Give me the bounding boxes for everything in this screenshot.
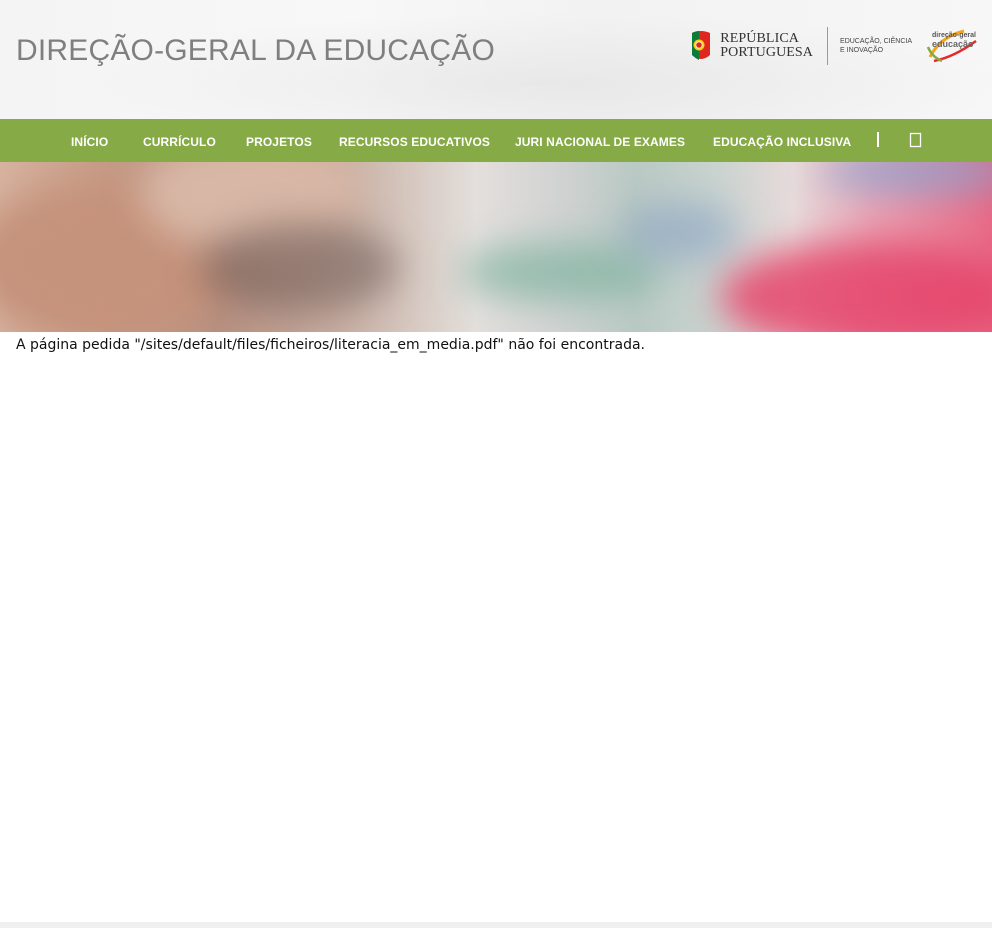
banner-blob: [820, 162, 992, 192]
nav-link-juri-nacional-exames[interactable]: JURI NACIONAL DE EXAMES: [515, 135, 685, 149]
nav-separator: [877, 132, 879, 147]
site-header: DIREÇÃO-GERAL DA EDUCAÇÃO REPÚBLICA PORT…: [0, 0, 992, 119]
search-icon[interactable]: [909, 132, 923, 148]
republica-line1: REPÚBLICA: [720, 31, 799, 46]
header-logos: REPÚBLICA PORTUGUESA EDUCAÇÃO, CIÊNCIA E…: [688, 26, 978, 66]
republica-line2: PORTUGUESA: [720, 45, 814, 60]
ministry-line1: EDUCAÇÃO, CIÊNCIA: [840, 38, 912, 45]
nav-link-curriculo[interactable]: CURRÍCULO: [143, 135, 216, 149]
nav-link-inicio[interactable]: INÍCIO: [71, 135, 108, 149]
logo-divider: [827, 27, 829, 65]
banner-blob: [620, 202, 740, 262]
banner-blob: [200, 222, 400, 312]
portugal-flag-icon: [692, 31, 711, 60]
nav-item-educacao-inclusiva: EDUCAÇÃO INCLUSIVA: [713, 119, 851, 162]
nav-item-recursos-educativos: RECURSOS EDUCATIVOS: [339, 119, 490, 162]
ministry-label: EDUCAÇÃO, CIÊNCIA E INOVAÇÃO: [840, 37, 912, 55]
banner-blob: [460, 242, 660, 302]
page-bottom-edge: [0, 922, 992, 928]
nav-link-educacao-inclusiva[interactable]: EDUCAÇÃO INCLUSIVA: [713, 135, 851, 149]
dge-line2: educação: [932, 39, 974, 49]
not-found-message: A página pedida "/sites/default/files/fi…: [16, 337, 645, 353]
ministry-line2: E INOVAÇÃO: [840, 47, 884, 54]
banner-blob: [720, 242, 992, 332]
hero-banner-image: [0, 162, 992, 332]
site-title[interactable]: DIREÇÃO-GERAL DA EDUCAÇÃO: [16, 34, 495, 68]
nav-item-juri-nacional-exames: JURI NACIONAL DE EXAMES: [515, 119, 685, 162]
nav-item-curriculo: CURRÍCULO: [143, 119, 216, 162]
republica-portuguesa-logo[interactable]: REPÚBLICA PORTUGUESA: [688, 29, 813, 63]
nav-link-projetos[interactable]: PROJETOS: [246, 135, 312, 149]
dge-logo[interactable]: direção-geral educação: [924, 27, 978, 65]
main-navigation: INÍCIO CURRÍCULO PROJETOS RECURSOS EDUCA…: [0, 119, 992, 162]
nav-item-projetos: PROJETOS: [246, 119, 312, 162]
nav-link-recursos-educativos[interactable]: RECURSOS EDUCATIVOS: [339, 135, 490, 149]
nav-item-inicio: INÍCIO: [71, 119, 108, 162]
